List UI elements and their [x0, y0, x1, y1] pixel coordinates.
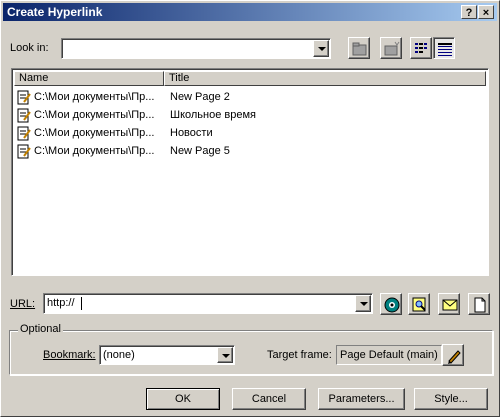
bookmark-label-text: Bookmark: [43, 349, 96, 361]
browse-file-button[interactable] [408, 293, 430, 315]
bookmark-value: (none) [103, 349, 135, 361]
page-title: Школьное время [170, 109, 257, 121]
parameters-button[interactable]: Parameters... [318, 388, 405, 410]
list-item[interactable]: C:\Мои документы\Пр... New Page 2 [14, 88, 484, 106]
list-item[interactable]: C:\Мои документы\Пр... Школьное время [14, 106, 484, 124]
url-combo[interactable]: http:// [43, 293, 373, 314]
pencil-icon [448, 350, 461, 364]
list-view-button[interactable] [410, 37, 432, 59]
bookmark-label: Bookmark: [43, 349, 96, 361]
details-view-button[interactable] [433, 37, 455, 59]
column-header-title[interactable]: Title [164, 71, 486, 86]
web-page-icon [17, 108, 31, 123]
file-search-icon [412, 297, 426, 312]
style-button[interactable]: Style... [414, 388, 488, 410]
new-page-icon [474, 297, 486, 313]
up-folder-button[interactable] [348, 37, 370, 59]
target-frame-field: Page Default (main) [336, 345, 442, 365]
chevron-down-icon[interactable] [355, 295, 371, 312]
title-bar[interactable]: Create Hyperlink ? × [3, 3, 497, 21]
text-cursor [81, 297, 82, 310]
email-link-button[interactable] [438, 293, 460, 315]
page-title: New Page 2 [170, 91, 230, 103]
web-page-icon [17, 144, 31, 159]
look-in-combo[interactable] [61, 38, 331, 59]
globe-icon [384, 297, 400, 313]
help-button[interactable]: ? [461, 5, 477, 19]
optional-legend: Optional [18, 323, 63, 335]
close-button[interactable]: × [478, 5, 494, 19]
list-item[interactable]: C:\Мои документы\Пр... Новости [14, 124, 484, 142]
chevron-down-icon[interactable] [313, 40, 329, 57]
list-item[interactable]: C:\Мои документы\Пр... New Page 5 [14, 142, 484, 160]
browse-web-button[interactable] [380, 293, 402, 315]
new-folder-button[interactable] [380, 37, 402, 59]
up-folder-icon [352, 42, 367, 56]
web-page-icon [17, 90, 31, 105]
target-frame-label: Target frame: [267, 349, 332, 361]
create-hyperlink-dialog: Create Hyperlink ? × Look in: Name Title [0, 0, 500, 417]
target-frame-value: Page Default (main) [340, 349, 438, 361]
file-name: C:\Мои документы\Пр... [34, 109, 155, 121]
chevron-down-icon[interactable] [217, 347, 233, 363]
dialog-title: Create Hyperlink [7, 5, 103, 19]
column-header-name[interactable]: Name [14, 71, 164, 86]
change-target-frame-button[interactable] [442, 344, 464, 366]
page-title: Новости [170, 127, 213, 139]
file-name: C:\Мои документы\Пр... [34, 145, 155, 157]
file-name: C:\Мои документы\Пр... [34, 91, 155, 103]
look-in-label: Look in: [10, 42, 49, 54]
page-title: New Page 5 [170, 145, 230, 157]
file-list[interactable]: Name Title C:\Мои документы\Пр... New Pa… [11, 68, 489, 276]
details-view-icon [438, 43, 452, 56]
cancel-button[interactable]: Cancel [232, 388, 306, 410]
url-label: URL: [10, 298, 36, 310]
bookmark-combo[interactable]: (none) [99, 345, 235, 365]
url-input[interactable]: http:// [47, 297, 75, 309]
web-page-icon [17, 126, 31, 141]
new-folder-icon [384, 41, 400, 56]
envelope-icon [442, 299, 458, 311]
file-name: C:\Мои документы\Пр... [34, 127, 155, 139]
new-page-button[interactable] [468, 293, 490, 315]
list-view-icon [415, 43, 427, 53]
ok-button[interactable]: OK [146, 388, 220, 410]
